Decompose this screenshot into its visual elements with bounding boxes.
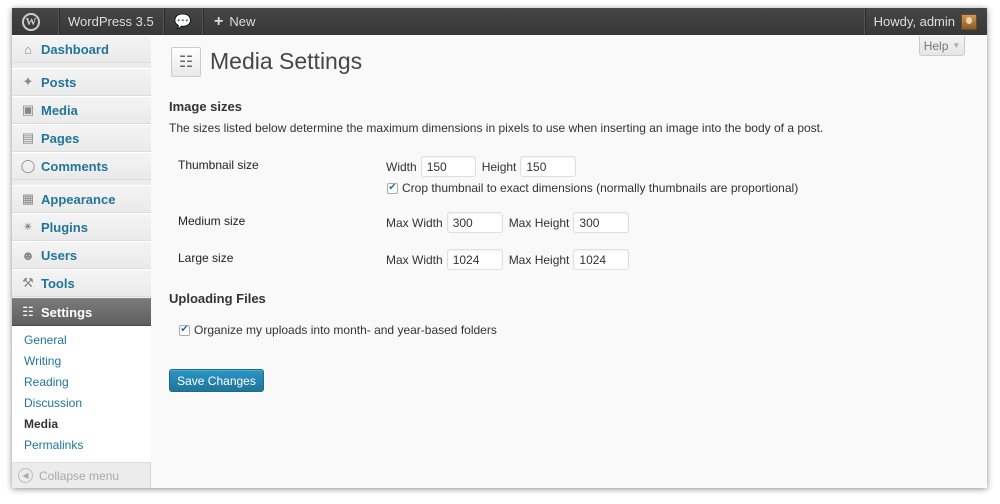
sidebar-item-label: Posts bbox=[41, 74, 77, 90]
settings-submenu: General Writing Reading Discussion Media… bbox=[12, 326, 151, 463]
sidebar-item-posts[interactable]: ✦ Posts bbox=[12, 68, 151, 96]
wordpress-logo-icon[interactable]: W bbox=[22, 8, 50, 35]
medium-size-label: Medium size bbox=[178, 214, 246, 228]
avatar bbox=[961, 13, 977, 30]
admin-sidebar: ⌂ Dashboard ✦ Posts ▣ Media ▤ Pages ◯ Co… bbox=[12, 35, 161, 488]
users-icon: ☻ bbox=[21, 247, 35, 263]
new-label: New bbox=[229, 14, 256, 29]
plus-icon: + bbox=[214, 12, 224, 30]
save-changes-button[interactable]: Save Changes bbox=[169, 369, 264, 392]
submenu-general[interactable]: General bbox=[12, 330, 151, 351]
sidebar-item-label: Appearance bbox=[41, 191, 116, 207]
pushpin-icon: ✦ bbox=[22, 74, 34, 89]
media-icon: ▣ bbox=[21, 102, 35, 117]
sidebar-item-label: Settings bbox=[41, 304, 93, 320]
admin-bar-divider bbox=[864, 8, 865, 35]
medium-height-label: Max Height bbox=[508, 215, 570, 230]
collapse-menu-button[interactable]: ◀ Collapse menu bbox=[18, 468, 119, 483]
site-name-link[interactable]: WordPress 3.5 bbox=[68, 8, 154, 35]
settings-icon: ☷ bbox=[22, 304, 34, 319]
large-height-input[interactable] bbox=[573, 249, 630, 270]
sidebar-item-tools[interactable]: ⚒ Tools bbox=[12, 269, 151, 297]
organize-uploads-checkbox[interactable]: ✔ bbox=[179, 324, 190, 336]
thumbnail-width-input[interactable] bbox=[420, 156, 476, 177]
sidebar-item-dashboard[interactable]: ⌂ Dashboard bbox=[12, 35, 151, 63]
submenu-permalinks[interactable]: Permalinks bbox=[12, 435, 151, 456]
admin-bar-divider bbox=[58, 8, 59, 35]
crop-thumbnail-checkbox[interactable]: ✔ bbox=[387, 182, 398, 194]
sidebar-item-label: Plugins bbox=[41, 219, 88, 235]
tools-icon: ⚒ bbox=[22, 275, 34, 290]
sidebar-item-users[interactable]: ☻ Users bbox=[12, 241, 151, 269]
comment-icon: ◯ bbox=[20, 158, 36, 173]
sidebar-item-plugins[interactable]: ✴ Plugins bbox=[12, 213, 151, 241]
sidebar-item-label: Comments bbox=[41, 158, 109, 174]
organize-uploads-label: Organize my uploads into month- and year… bbox=[194, 323, 497, 337]
submenu-discussion[interactable]: Discussion bbox=[12, 393, 151, 414]
thumbnail-height-label: Height bbox=[481, 159, 517, 174]
medium-height-input[interactable] bbox=[573, 212, 630, 233]
crop-thumbnail-option: ✔ Crop thumbnail to exact dimensions (no… bbox=[387, 181, 798, 195]
main-content: Help ▼ ☷ Media Settings Image sizes The … bbox=[151, 35, 987, 488]
submenu-writing[interactable]: Writing bbox=[12, 351, 151, 372]
browser-frame: W WordPress 3.5 💬 + New Howdy, admin ⌂ D… bbox=[12, 8, 987, 488]
admin-bar-divider bbox=[202, 8, 203, 35]
thumbnail-size-fields: Width Height bbox=[386, 156, 577, 177]
settings-page-icon: ☷ bbox=[171, 47, 201, 77]
medium-width-label: Max Width bbox=[386, 215, 443, 230]
plugin-icon: ✴ bbox=[22, 219, 34, 234]
large-width-label: Max Width bbox=[386, 252, 443, 267]
page-title: Media Settings bbox=[210, 48, 363, 74]
submenu-reading[interactable]: Reading bbox=[12, 372, 151, 393]
dashboard-icon: ⌂ bbox=[24, 41, 32, 57]
large-size-label: Large size bbox=[178, 251, 234, 265]
thumbnail-width-label: Width bbox=[386, 159, 417, 174]
submenu-media[interactable]: Media bbox=[12, 414, 151, 435]
collapse-arrow-icon: ◀ bbox=[18, 468, 33, 483]
admin-bar-divider bbox=[163, 8, 164, 35]
sidebar-item-label: Dashboard bbox=[41, 41, 109, 57]
medium-width-input[interactable] bbox=[446, 212, 503, 233]
chevron-down-icon: ▼ bbox=[952, 41, 961, 50]
collapse-menu-label: Collapse menu bbox=[39, 468, 120, 483]
sidebar-item-media[interactable]: ▣ Media bbox=[12, 96, 151, 124]
sidebar-item-appearance[interactable]: ▦ Appearance bbox=[12, 185, 151, 213]
help-label: Help bbox=[923, 38, 949, 53]
sidebar-item-settings[interactable]: ☷ Settings bbox=[12, 298, 161, 327]
comments-icon[interactable]: 💬 bbox=[174, 8, 191, 35]
large-width-input[interactable] bbox=[446, 249, 503, 270]
sidebar-item-label: Tools bbox=[41, 275, 75, 291]
new-content-button[interactable]: + New bbox=[214, 8, 255, 35]
howdy-text: Howdy, admin bbox=[873, 14, 955, 29]
medium-size-fields: Max Width Max Height bbox=[386, 212, 630, 233]
sidebar-item-pages[interactable]: ▤ Pages bbox=[12, 124, 151, 152]
sidebar-item-label: Users bbox=[41, 247, 78, 263]
thumbnail-height-input[interactable] bbox=[520, 156, 577, 177]
appearance-icon: ▦ bbox=[21, 191, 35, 206]
uploading-files-heading: Uploading Files bbox=[169, 291, 266, 306]
thumbnail-size-label: Thumbnail size bbox=[178, 158, 259, 172]
large-height-label: Max Height bbox=[508, 252, 570, 267]
my-account-menu[interactable]: Howdy, admin bbox=[874, 8, 977, 35]
large-size-fields: Max Width Max Height bbox=[386, 249, 630, 270]
image-sizes-heading: Image sizes bbox=[169, 99, 242, 114]
sidebar-item-label: Media bbox=[41, 102, 78, 118]
organize-uploads-option: ✔ Organize my uploads into month- and ye… bbox=[179, 323, 497, 337]
crop-thumbnail-label: Crop thumbnail to exact dimensions (norm… bbox=[402, 181, 799, 195]
help-tab[interactable]: Help ▼ bbox=[919, 36, 965, 56]
admin-bar: W WordPress 3.5 💬 + New Howdy, admin bbox=[12, 8, 987, 35]
sidebar-item-comments[interactable]: ◯ Comments bbox=[12, 152, 151, 180]
pages-icon: ▤ bbox=[21, 130, 35, 145]
image-sizes-description: The sizes listed below determine the max… bbox=[169, 121, 824, 135]
sidebar-item-label: Pages bbox=[41, 130, 80, 146]
